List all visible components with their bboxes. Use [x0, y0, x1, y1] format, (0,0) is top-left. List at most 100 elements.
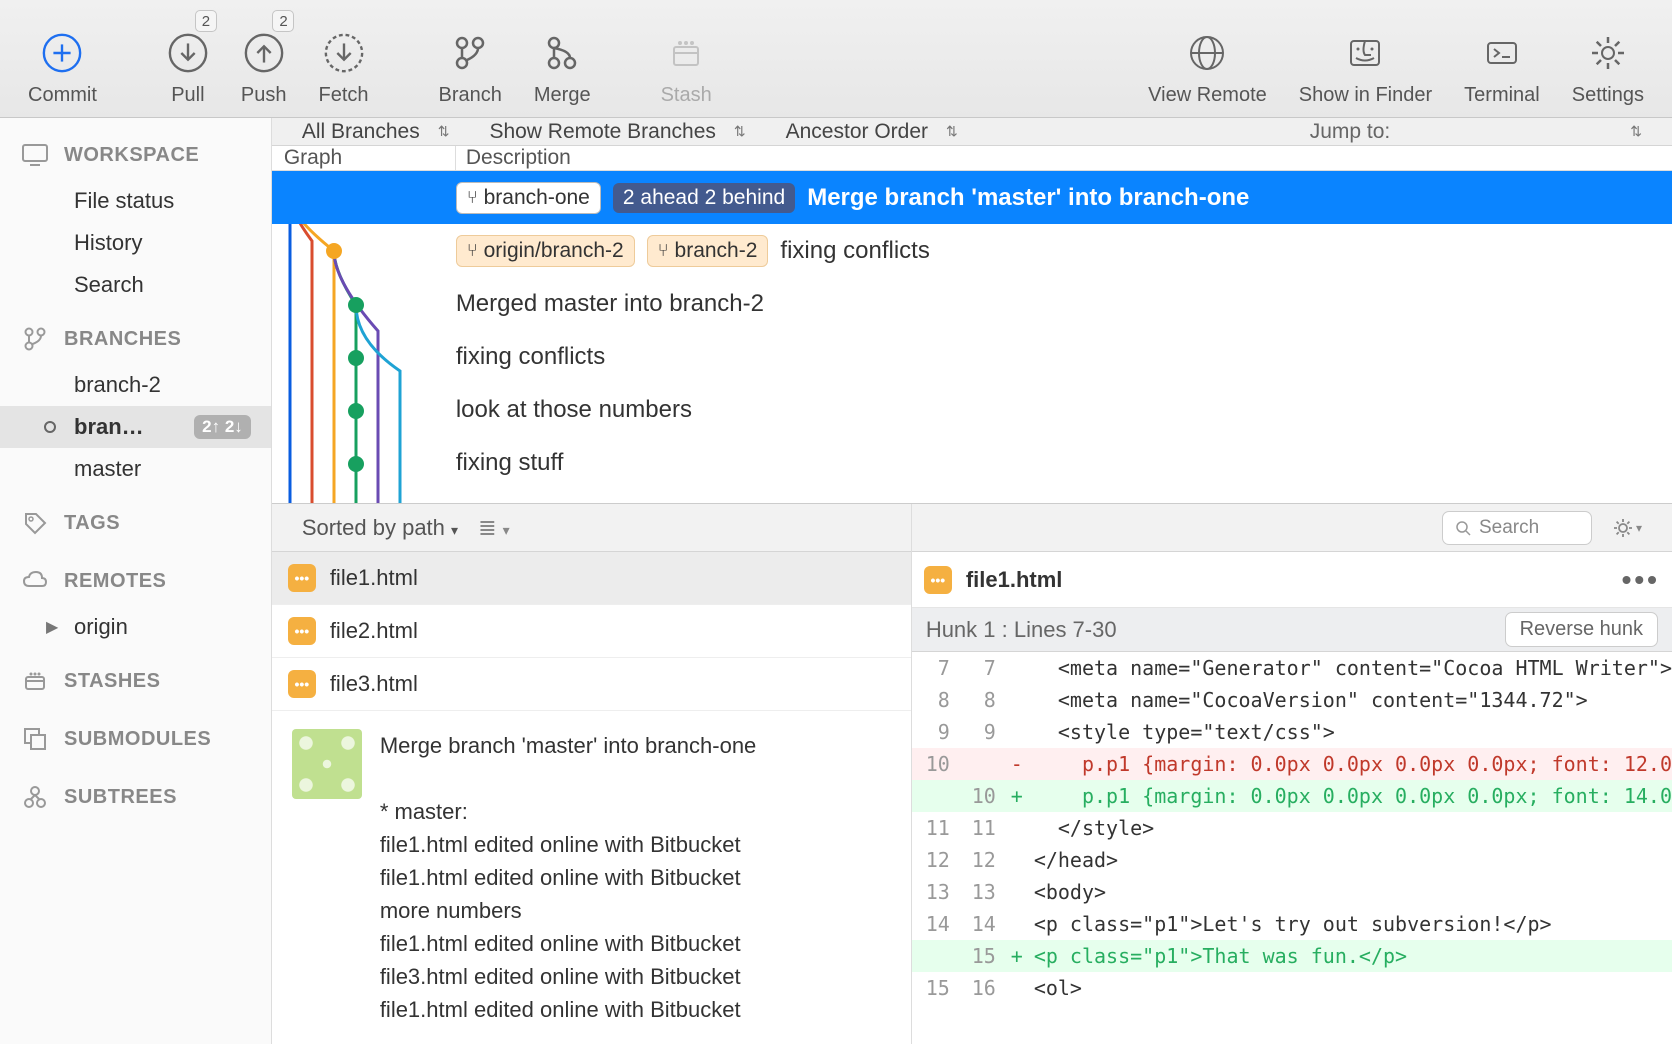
- updown-icon: ⇅: [946, 123, 958, 140]
- diff-line[interactable]: 88 <meta name="CocoaVersion" content="13…: [912, 684, 1672, 716]
- chevron-down-icon: ▾: [1636, 521, 1642, 535]
- file-row[interactable]: •••file1.html: [272, 552, 911, 605]
- updown-icon: ⇅: [734, 123, 746, 140]
- branches-header[interactable]: BRANCHES: [0, 314, 271, 364]
- cloud-icon: [20, 566, 50, 596]
- terminal-icon: [1481, 32, 1523, 74]
- terminal-button[interactable]: Terminal: [1448, 0, 1556, 117]
- diff-lines: 77 <meta name="Generator" content="Cocoa…: [912, 652, 1672, 1004]
- diff-line[interactable]: 1313<body>: [912, 876, 1672, 908]
- diff-line[interactable]: 15+<p class="p1">That was fun.</p>: [912, 940, 1672, 972]
- remote-branch-tag: ⑂origin/branch-2: [456, 235, 635, 267]
- commit-message: fixing stuff: [456, 449, 564, 477]
- branch-tag: ⑂branch-2: [647, 235, 769, 267]
- sidebar-item-search[interactable]: Search: [0, 264, 271, 306]
- stash-icon: [665, 32, 707, 74]
- stashes-header[interactable]: STASHES: [0, 656, 271, 706]
- diff-line[interactable]: 1111 </style>: [912, 812, 1672, 844]
- branch-icon: ⑂: [467, 240, 478, 261]
- pull-button[interactable]: 2 Pull: [151, 0, 225, 117]
- diff-line[interactable]: 10+ p.p1 {margin: 0.0px 0.0px 0.0px 0.0p…: [912, 780, 1672, 812]
- submodules-header[interactable]: SUBMODULES: [0, 714, 271, 764]
- column-graph[interactable]: Graph: [272, 146, 456, 170]
- hunk-header: Hunk 1 : Lines 7-30 Reverse hunk: [912, 608, 1672, 652]
- modified-icon: •••: [288, 564, 316, 592]
- stash-button[interactable]: Stash: [645, 0, 728, 117]
- sidebar: WORKSPACE File status History Search BRA…: [0, 118, 272, 1044]
- subtrees-header[interactable]: SUBTREES: [0, 772, 271, 822]
- reverse-hunk-button[interactable]: Reverse hunk: [1505, 612, 1658, 647]
- fetch-button[interactable]: Fetch: [302, 0, 384, 117]
- finder-icon: [1344, 32, 1386, 74]
- merge-button[interactable]: Merge: [518, 0, 607, 117]
- commit-title: Merge branch 'master' into branch-one: [380, 729, 756, 762]
- commit-row[interactable]: Merged master into branch-2: [272, 277, 1672, 330]
- more-options-button[interactable]: •••: [1622, 564, 1660, 596]
- push-button[interactable]: 2 Push: [225, 0, 303, 117]
- chevron-down-icon: ▾: [503, 522, 510, 538]
- commit-list: ⑂branch-one 2 ahead 2 behind Merge branc…: [272, 171, 1672, 503]
- remotes-header[interactable]: REMOTES: [0, 556, 271, 606]
- commit-row[interactable]: fixing stuff: [272, 436, 1672, 489]
- search-input[interactable]: Search: [1442, 511, 1592, 545]
- jump-to[interactable]: Jump to:: [1310, 120, 1391, 144]
- diff-settings-button[interactable]: ▾: [1612, 517, 1642, 539]
- file-row[interactable]: •••file3.html: [272, 658, 911, 711]
- globe-icon: [1186, 32, 1228, 74]
- settings-button[interactable]: Settings: [1556, 0, 1660, 117]
- diff-file-name: file1.html: [966, 567, 1063, 593]
- view-mode-selector[interactable]: ≣ ▾: [478, 515, 510, 541]
- push-icon: [243, 32, 285, 74]
- pull-badge: 2: [195, 10, 217, 32]
- commit-message: fixing conflicts: [780, 237, 929, 265]
- branches-filter[interactable]: All Branches⇅: [302, 120, 450, 144]
- submodules-icon: [20, 724, 50, 754]
- commit-row[interactable]: look at those numbers: [272, 383, 1672, 436]
- stash-icon: [20, 666, 50, 696]
- monitor-icon: [20, 140, 50, 170]
- diff-line[interactable]: 10- p.p1 {margin: 0.0px 0.0px 0.0px 0.0p…: [912, 748, 1672, 780]
- sidebar-branch-branch-2[interactable]: branch-2: [0, 364, 271, 406]
- diff-line[interactable]: 99 <style type="text/css">: [912, 716, 1672, 748]
- diff-line[interactable]: 1414<p class="p1">Let's try out subversi…: [912, 908, 1672, 940]
- fetch-icon: [323, 32, 365, 74]
- diff-line[interactable]: 77 <meta name="Generator" content="Cocoa…: [912, 652, 1672, 684]
- diff-line[interactable]: 1516<ol>: [912, 972, 1672, 1004]
- workspace-header[interactable]: WORKSPACE: [0, 130, 271, 180]
- modified-icon: •••: [924, 566, 952, 594]
- branch-icon: ⑂: [467, 187, 478, 208]
- diff-line[interactable]: 1212</head>: [912, 844, 1672, 876]
- commit-row[interactable]: fixing conflicts: [272, 330, 1672, 383]
- author-avatar: [292, 729, 362, 799]
- ahead-behind-badge: 2 ahead 2 behind: [613, 183, 795, 213]
- tag-icon: [20, 508, 50, 538]
- tags-header[interactable]: TAGS: [0, 498, 271, 548]
- pull-icon: [167, 32, 209, 74]
- filter-bar: All Branches⇅ Show Remote Branches⇅ Ance…: [272, 118, 1672, 146]
- column-description[interactable]: Description: [456, 146, 571, 170]
- gear-icon: [1612, 517, 1634, 539]
- sidebar-item-file-status[interactable]: File status: [0, 180, 271, 222]
- push-badge: 2: [272, 10, 294, 32]
- branch-button[interactable]: Branch: [423, 0, 518, 117]
- show-in-finder-button[interactable]: Show in Finder: [1283, 0, 1448, 117]
- view-remote-button[interactable]: View Remote: [1132, 0, 1283, 117]
- sidebar-branch-master[interactable]: master: [0, 448, 271, 490]
- file-row[interactable]: •••file2.html: [272, 605, 911, 658]
- order-filter[interactable]: Ancestor Order⇅: [786, 120, 958, 144]
- plus-circle-icon: [41, 32, 83, 74]
- branch-icon: [449, 32, 491, 74]
- current-branch-indicator-icon: [44, 421, 56, 433]
- commit-row[interactable]: ⑂branch-one 2 ahead 2 behind Merge branc…: [272, 171, 1672, 224]
- branch-icon: ⑂: [658, 240, 669, 261]
- sidebar-remote-origin[interactable]: ▶ origin: [0, 606, 271, 648]
- sidebar-branch-branch-one[interactable]: bran… 2↑ 2↓: [0, 406, 271, 448]
- sort-selector[interactable]: Sorted by path ▾: [302, 515, 458, 541]
- sidebar-item-history[interactable]: History: [0, 222, 271, 264]
- remote-filter[interactable]: Show Remote Branches⇅: [489, 120, 745, 144]
- commit-row[interactable]: ⑂origin/branch-2 ⑂branch-2 fixing confli…: [272, 224, 1672, 277]
- modified-icon: •••: [288, 670, 316, 698]
- gear-icon: [1587, 32, 1629, 74]
- subtrees-icon: [20, 782, 50, 812]
- commit-button[interactable]: Commit: [12, 0, 113, 117]
